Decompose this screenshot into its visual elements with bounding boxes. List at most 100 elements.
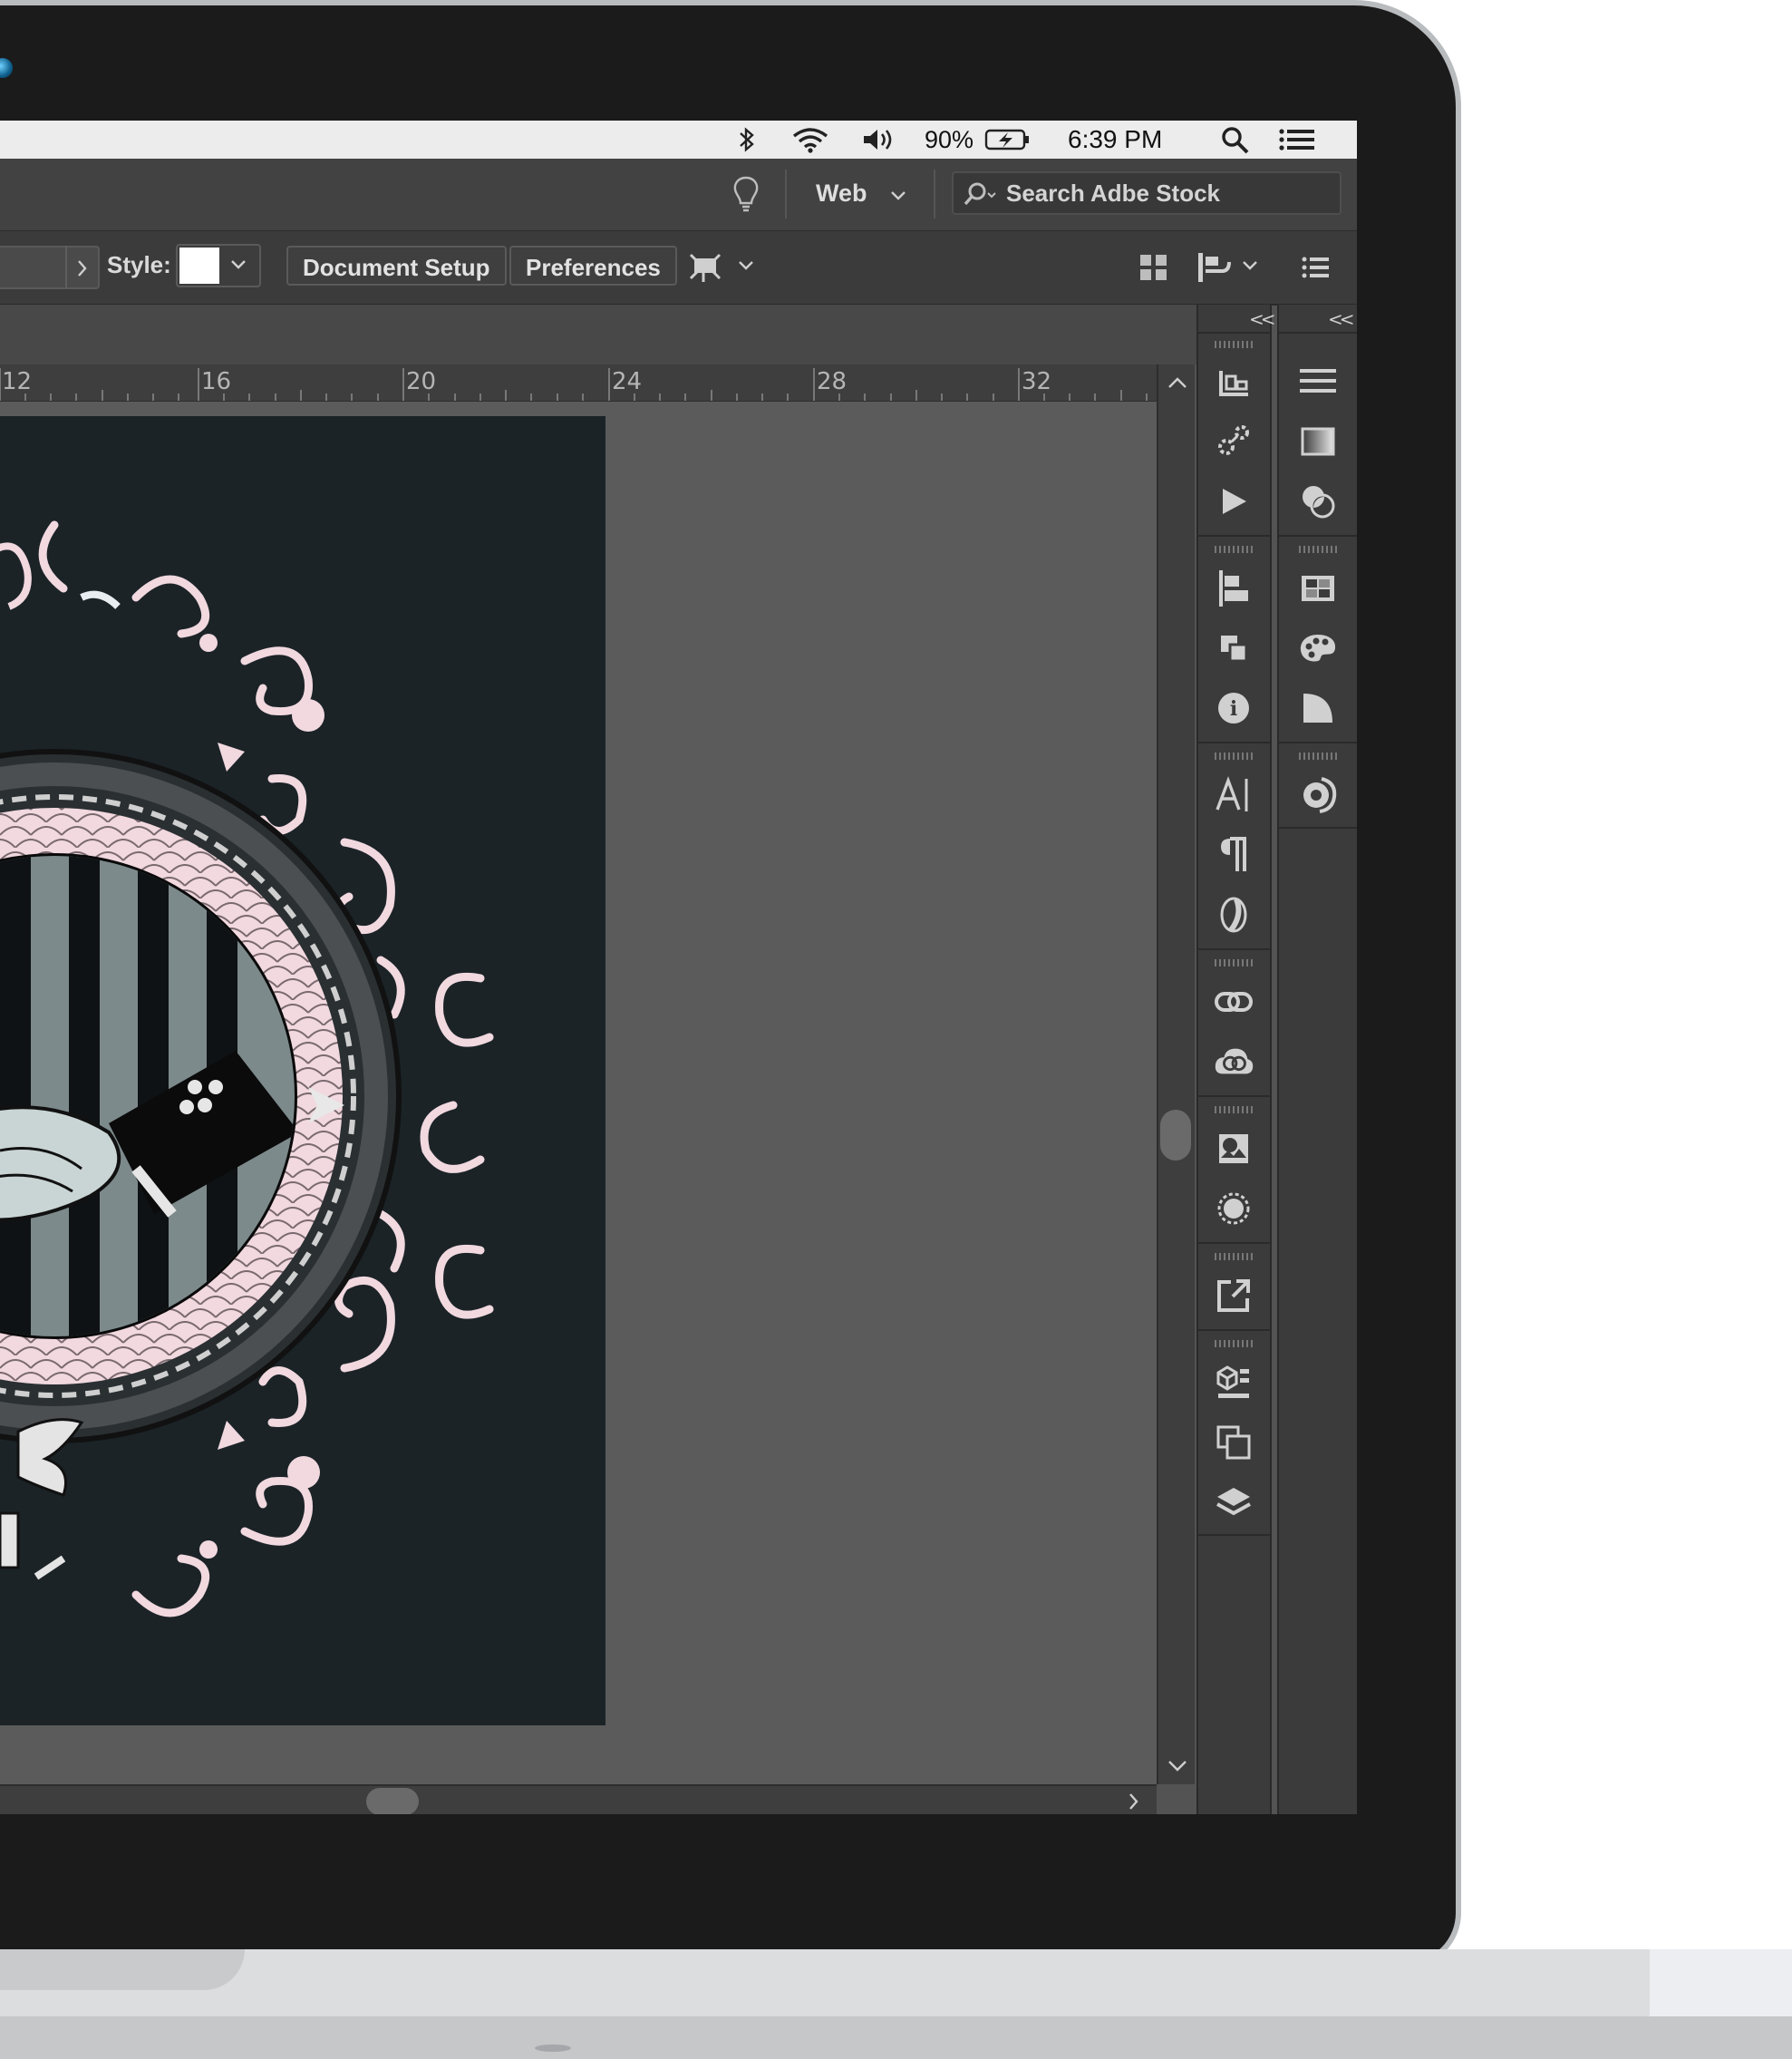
canvas[interactable] [0, 402, 1157, 1784]
panel-group-grip[interactable] [1215, 1106, 1254, 1113]
laptop-base-highlight [1650, 1949, 1792, 2016]
stock-search-placeholder: Search Adbe Stock [1006, 180, 1221, 207]
application-bar: Web Search Adbe Stock [0, 159, 1357, 230]
ruler-ticks [0, 368, 1148, 401]
panel-group-grip[interactable] [1215, 546, 1254, 553]
character-icon[interactable] [1213, 774, 1254, 816]
brushes-icon[interactable] [1297, 774, 1339, 816]
clock[interactable]: 6:39 PM [1068, 124, 1162, 155]
layers-icon[interactable] [1213, 1481, 1254, 1523]
arrange-documents-icon[interactable] [689, 251, 756, 288]
scroll-up-icon[interactable] [1167, 375, 1187, 393]
pathfinder-icon[interactable] [1213, 627, 1254, 669]
panel-group-grip[interactable] [1215, 959, 1254, 966]
ruler-label: 20 [406, 368, 437, 395]
ruler-label: 12 [2, 368, 33, 395]
bluetooth-icon[interactable] [736, 124, 758, 155]
stock-search-input[interactable]: Search Adbe Stock [952, 171, 1342, 215]
graphic-styles-icon[interactable] [1297, 687, 1339, 729]
divider [1198, 1329, 1270, 1331]
paragraph-icon[interactable] [1213, 834, 1254, 876]
preferences-button[interactable]: Preferences [509, 246, 677, 286]
scroll-right-icon[interactable] [1128, 1792, 1140, 1814]
document-setup-button[interactable]: Document Setup [286, 246, 507, 286]
laptop-base-top [0, 1949, 1792, 2016]
appearance-icon[interactable] [1213, 1188, 1254, 1229]
chevron-down-icon [230, 258, 247, 276]
asset-export-icon[interactable] [1213, 1362, 1254, 1403]
learn-lightbulb-icon[interactable] [732, 175, 760, 219]
artboards-icon[interactable] [1213, 361, 1254, 403]
divider [1279, 742, 1357, 743]
laptop-foot [535, 2044, 571, 2052]
transform-icon[interactable] [1138, 251, 1169, 288]
horizontal-scroll-thumb[interactable] [366, 1788, 419, 1814]
laptop-hinge-notch [0, 1949, 245, 1990]
volume-icon[interactable] [861, 124, 897, 155]
panel-group-grip[interactable] [1299, 753, 1339, 760]
menu-bar: 90% 6:39 PM [0, 121, 1357, 159]
gradient-icon[interactable] [1297, 421, 1339, 462]
collapse-panels-button[interactable]: << [1328, 308, 1354, 330]
document-window: 12 16 20 24 28 32 [0, 305, 1196, 1814]
collapse-panels-button[interactable]: << [1249, 308, 1275, 330]
battery-charging-icon[interactable] [984, 124, 1032, 155]
links-icon[interactable] [1213, 981, 1254, 1023]
divider [1198, 1534, 1270, 1536]
cc-libraries-icon[interactable] [1213, 1041, 1254, 1083]
align-icon[interactable] [1213, 568, 1254, 609]
spotlight-search-icon[interactable] [1220, 124, 1251, 155]
laptop-base-front [0, 2016, 1792, 2059]
search-icon [963, 181, 997, 211]
battery-percent[interactable]: 90% [925, 124, 973, 155]
panel-group-grip[interactable] [1215, 1253, 1254, 1260]
panel-group-grip[interactable] [1215, 753, 1254, 760]
color-guide-icon[interactable] [1297, 627, 1339, 669]
control-bar: Style: Document Setup Preferences [0, 230, 1357, 306]
opacity-field[interactable] [0, 246, 100, 289]
opentype-icon[interactable] [1213, 894, 1254, 936]
divider [1198, 1242, 1270, 1244]
workspace-label: Web [816, 180, 867, 207]
symbols-icon[interactable] [1213, 421, 1254, 462]
divider [1198, 1095, 1270, 1097]
graphic-style-dropdown[interactable] [176, 244, 261, 287]
ruler-label: 16 [201, 368, 232, 395]
artwork [0, 520, 494, 1617]
divider [1198, 742, 1270, 743]
actions-icon[interactable] [1213, 481, 1254, 522]
panel-group-grip[interactable] [1215, 341, 1254, 348]
panel-group-grip[interactable] [1299, 546, 1339, 553]
panel-dock-column-1: << i [1196, 305, 1275, 1814]
divider [1279, 332, 1357, 334]
chevron-right-icon[interactable] [76, 258, 89, 283]
divider [1198, 948, 1270, 950]
vertical-scrollbar[interactable] [1157, 364, 1195, 1784]
export-icon[interactable] [1213, 1275, 1254, 1316]
divider [1198, 332, 1270, 334]
horizontal-scrollbar[interactable] [0, 1784, 1157, 1814]
image-trace-icon[interactable] [1213, 1128, 1254, 1170]
eagle-emblem [0, 1418, 84, 1580]
align-options-icon[interactable] [1196, 251, 1264, 288]
artboards-panel-icon[interactable] [1213, 1422, 1254, 1463]
artboard[interactable] [0, 416, 605, 1725]
document-tab-strip [0, 305, 1196, 364]
control-bar-menu-icon[interactable] [1302, 255, 1331, 285]
stroke-icon[interactable] [1297, 361, 1339, 403]
horizontal-ruler[interactable]: 12 16 20 24 28 32 [0, 364, 1157, 402]
ruler-label: 28 [817, 368, 848, 395]
info-icon[interactable]: i [1213, 687, 1254, 729]
vertical-scroll-thumb[interactable] [1160, 1110, 1191, 1161]
style-swatch [179, 248, 219, 284]
panel-dock-column-2: << [1277, 305, 1357, 1814]
panel-group-grip[interactable] [1215, 1340, 1254, 1347]
ruler-label: 32 [1022, 368, 1052, 395]
workspace-switcher[interactable]: Web [816, 175, 906, 211]
notification-center-icon[interactable] [1278, 124, 1316, 155]
swatches-icon[interactable] [1297, 568, 1339, 609]
scroll-down-icon[interactable] [1167, 1759, 1187, 1776]
wifi-icon[interactable] [790, 124, 830, 155]
screen: 90% 6:39 PM Web Search Adbe Stock Style:… [0, 121, 1357, 1814]
transparency-icon[interactable] [1297, 481, 1339, 522]
